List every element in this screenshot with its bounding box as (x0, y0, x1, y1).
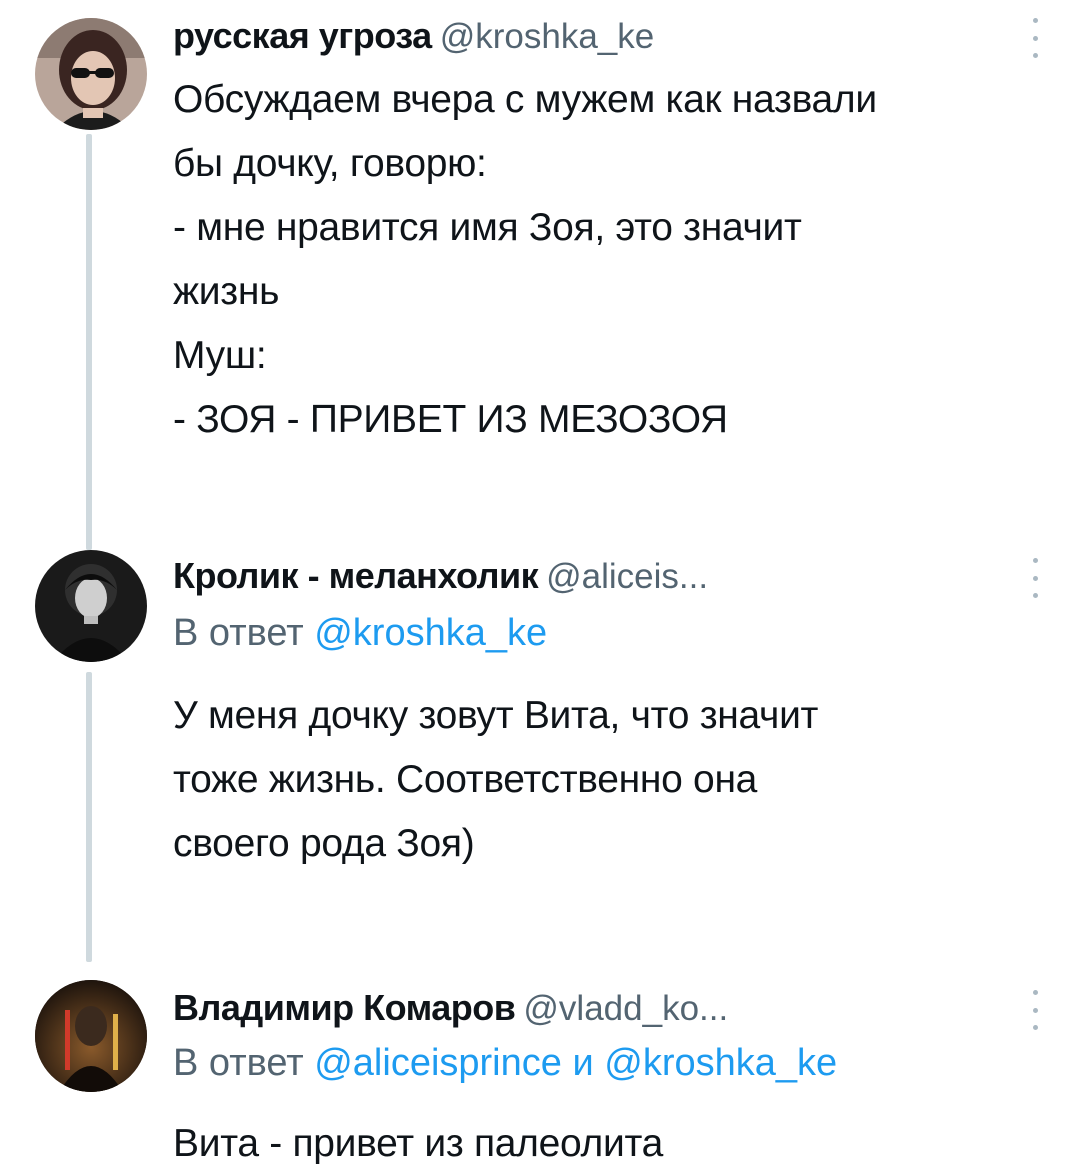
avatar[interactable] (35, 18, 147, 130)
tweet-body: Обсуждаем вчера с мужем как назвали бы д… (173, 68, 1019, 452)
tweet-text-line: Муш: (173, 334, 267, 377)
thread-line (86, 672, 92, 962)
tweet-text-line: - мне нравится имя Зоя, это значит (173, 206, 802, 249)
tweet-text-line: У меня дочку зовут Вита, что значит (173, 694, 819, 737)
tweet-text-line: Вита - привет из палеолита (173, 1122, 663, 1165)
vertical-ellipsis-icon[interactable] (1029, 18, 1041, 58)
tweet-text-line: своего рода Зоя) (173, 822, 475, 865)
tweet-body: Вита - привет из палеолита (173, 1112, 1019, 1176)
display-name[interactable]: Кролик - меланхолик (173, 555, 539, 596)
tweet-text-line: - ЗОЯ - ПРИВЕТ ИЗ МЕЗОЗОЯ (173, 398, 728, 441)
tweet-header: Кролик - меланхолик @aliceis... (173, 552, 1038, 600)
tweet-text-line: Обсуждаем вчера с мужем как назвали (173, 78, 877, 121)
reply-to: В ответ @aliceisprince и @kroshka_ke (173, 1036, 1019, 1090)
tweet-header: Владимир Комаров @vladd_ko... (173, 984, 1038, 1032)
vertical-ellipsis-icon[interactable] (1029, 558, 1041, 598)
reply-mention[interactable]: @aliceisprince (314, 1042, 562, 1084)
user-handle[interactable]: @kroshka_ke (440, 17, 655, 56)
user-handle[interactable]: @aliceis... (546, 557, 708, 596)
reply-to-label: В ответ (173, 612, 304, 654)
tweet-body: У меня дочку зовут Вита, что значит тоже… (173, 684, 1019, 876)
tweet-header: русская угроза @kroshka_ke (173, 12, 1038, 60)
vertical-ellipsis-icon[interactable] (1029, 990, 1041, 1030)
tweet-text-line: тоже жизнь. Соответственно она (173, 758, 758, 801)
reply-mention[interactable]: @kroshka_ke (314, 612, 547, 654)
user-handle[interactable]: @vladd_ko... (523, 989, 728, 1028)
display-name[interactable]: русская угроза (173, 15, 432, 56)
reply-to: В ответ @kroshka_ke (173, 606, 1019, 660)
reply-mention[interactable]: @kroshka_ke (604, 1042, 837, 1084)
avatar[interactable] (35, 980, 147, 1092)
tweet-text-line: бы дочку, говорю: (173, 142, 487, 185)
avatar[interactable] (35, 550, 147, 662)
display-name[interactable]: Владимир Комаров (173, 987, 516, 1028)
thread-line (86, 134, 92, 550)
reply-to-label: В ответ (173, 1042, 304, 1084)
tweet-text-line: жизнь (173, 270, 280, 313)
reply-joiner: и (572, 1042, 594, 1084)
